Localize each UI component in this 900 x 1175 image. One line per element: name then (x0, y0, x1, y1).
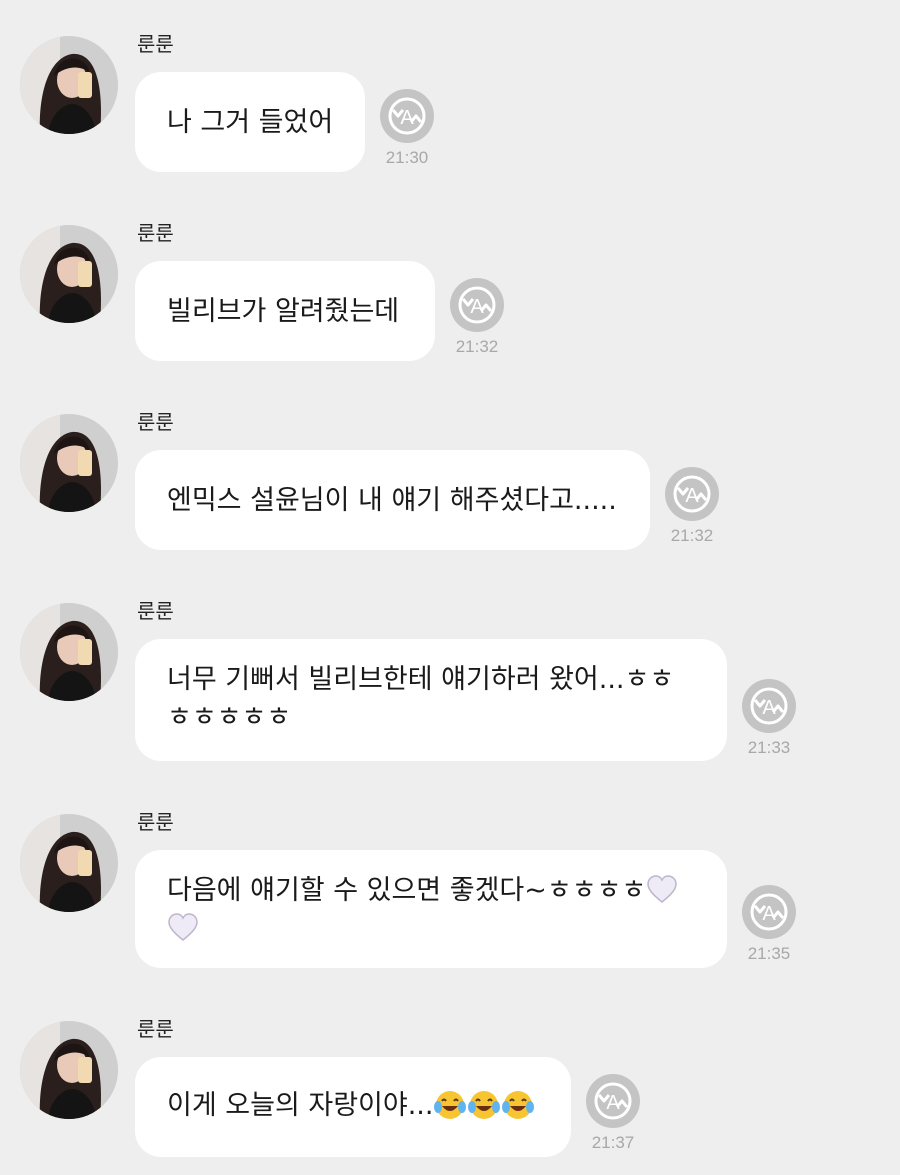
white-heart-icon (168, 912, 198, 941)
message-meta: A 21:33 (734, 678, 804, 758)
svg-text:A: A (762, 903, 776, 925)
sender-name: 룬룬 (137, 221, 174, 245)
avatar[interactable] (20, 225, 118, 323)
sender-name: 룬룬 (137, 410, 174, 434)
avatar-photo (20, 603, 118, 701)
sender-name: 룬룬 (137, 32, 174, 56)
message-time: 21:37 (591, 1133, 635, 1152)
svg-text:A: A (606, 1092, 620, 1114)
avatar-photo (20, 225, 118, 323)
message-meta: A 21:32 (657, 466, 727, 546)
avatar[interactable] (20, 36, 118, 134)
message-meta: A 21:35 (734, 884, 804, 964)
avatar-photo (20, 1021, 118, 1119)
message-text: 이게 오늘의 자랑이야... (167, 1090, 434, 1121)
avatar[interactable] (20, 414, 118, 512)
message-meta: A 21:37 (578, 1073, 648, 1153)
sender-name: 룬룬 (137, 599, 174, 623)
message-text-line: 이게 오늘의 자랑이야... (167, 1087, 539, 1125)
message-text: 다음에 얘기할 수 있으면 좋겠다~ㅎㅎㅎㅎ (167, 875, 647, 906)
translate-icon[interactable]: A (741, 884, 797, 940)
message-time: 21:35 (747, 944, 791, 963)
message-meta: A 21:30 (372, 88, 442, 168)
avatar[interactable] (20, 603, 118, 701)
message-text-line (167, 910, 695, 948)
message-bubble[interactable]: 너무 기뻐서 빌리브한테 얘기하러 왔어...ㅎㅎ ㅎㅎㅎㅎㅎ (135, 639, 727, 761)
translate-icon[interactable]: A (379, 88, 435, 144)
translate-icon[interactable]: A (664, 466, 720, 522)
message-text-line: ㅎㅎㅎㅎㅎ (167, 702, 292, 733)
message-meta: A 21:32 (442, 277, 512, 357)
message-bubble[interactable]: 나 그거 들었어 (135, 72, 365, 172)
message-bubble[interactable]: 엔믹스 설윤님이 내 얘기 해주셨다고..... (135, 450, 650, 550)
message-bubble[interactable]: 이게 오늘의 자랑이야... (135, 1057, 571, 1157)
avatar-photo (20, 814, 118, 912)
message-time: 21:30 (385, 148, 429, 167)
avatar[interactable] (20, 1021, 118, 1119)
face-with-tears-of-joy-icon (434, 1090, 467, 1119)
message-text-line: 너무 기뻐서 빌리브한테 얘기하러 왔어...ㅎㅎ (167, 664, 675, 695)
message-text: 나 그거 들었어 (167, 107, 334, 138)
avatar-photo (20, 414, 118, 512)
translate-icon[interactable]: A (585, 1073, 641, 1129)
white-heart-icon (647, 874, 677, 903)
sender-name: 룬룬 (137, 1017, 174, 1041)
svg-text:A: A (762, 697, 776, 719)
message-bubble[interactable]: 빌리브가 알려줬는데 (135, 261, 435, 361)
chat-message-list[interactable]: 룬룬 나 그거 들었어 A 21:30 룬룬 빌리브가 알려줬는데 A 21:3… (0, 0, 900, 1175)
svg-text:A: A (470, 296, 484, 318)
message-time: 21:32 (670, 526, 714, 545)
translate-icon[interactable]: A (449, 277, 505, 333)
message-time: 21:32 (455, 337, 499, 356)
sender-name: 룬룬 (137, 810, 174, 834)
svg-text:A: A (400, 107, 414, 129)
face-with-tears-of-joy-icon (468, 1090, 501, 1119)
translate-icon[interactable]: A (741, 678, 797, 734)
face-with-tears-of-joy-icon (502, 1090, 535, 1119)
message-text: 빌리브가 알려줬는데 (167, 296, 400, 327)
svg-text:A: A (685, 485, 699, 507)
message-text-line: 다음에 얘기할 수 있으면 좋겠다~ㅎㅎㅎㅎ (167, 872, 695, 910)
avatar-photo (20, 36, 118, 134)
message-time: 21:33 (747, 738, 791, 757)
message-bubble[interactable]: 다음에 얘기할 수 있으면 좋겠다~ㅎㅎㅎㅎ (135, 850, 727, 968)
avatar[interactable] (20, 814, 118, 912)
message-text: 엔믹스 설윤님이 내 얘기 해주셨다고..... (167, 485, 617, 516)
